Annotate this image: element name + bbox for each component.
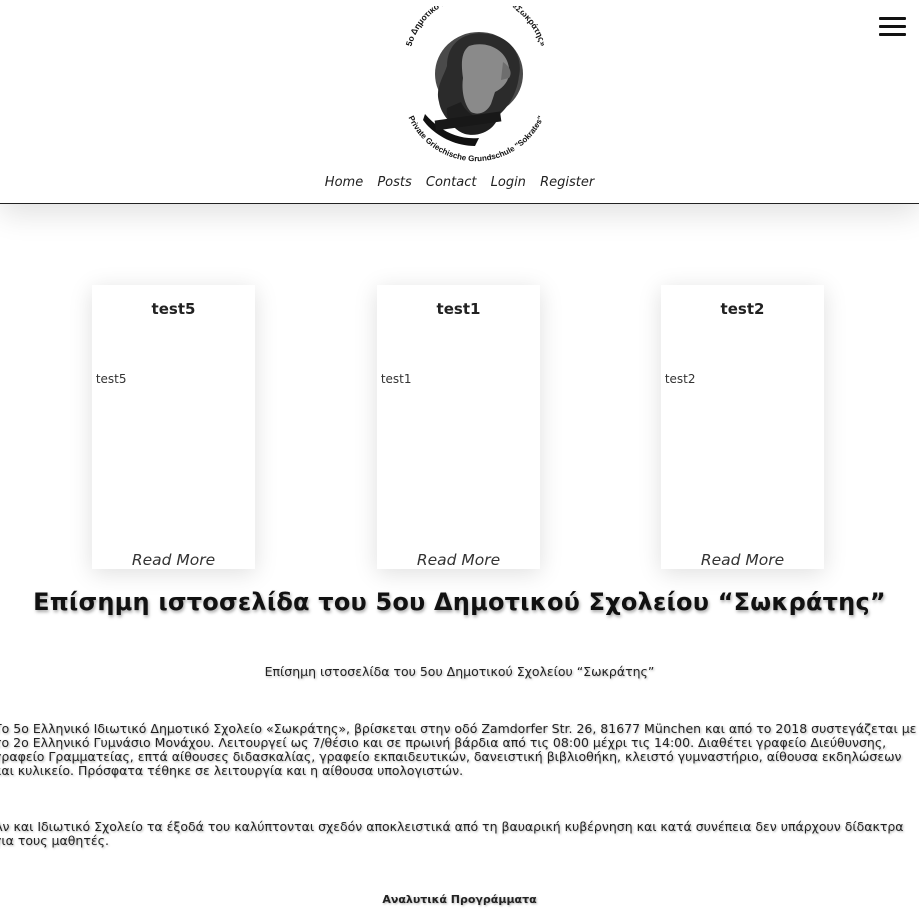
post-card-title[interactable]: test2: [661, 300, 824, 318]
hamburger-line: [879, 33, 906, 36]
nav-login-link[interactable]: Login: [491, 175, 526, 190]
page-subtitle: Επίσημη ιστοσελίδα του 5ου Δημοτικού Σχο…: [264, 664, 655, 679]
post-card-image: test1: [377, 372, 412, 386]
post-card-title[interactable]: test1: [377, 300, 540, 318]
post-card-image: test5: [92, 372, 127, 386]
post-card: test1 test1 Read More: [377, 285, 540, 569]
nav-contact-link[interactable]: Contact: [426, 175, 477, 190]
main-nav: Home Posts Contact Login Register: [0, 175, 919, 190]
funding-paragraph: Αν και Ιδιωτικό Σχολείο τα έξοδά του καλ…: [0, 819, 904, 848]
hamburger-menu-icon[interactable]: [879, 17, 906, 39]
nav-register-link[interactable]: Register: [540, 175, 594, 190]
read-more-link[interactable]: Read More: [377, 551, 540, 569]
hamburger-line: [879, 17, 906, 20]
nav-posts-link[interactable]: Posts: [377, 175, 411, 190]
school-description-paragraph: Το 5ο Ελληνικό Ιδιωτικό Δημοτικό Σχολείο…: [0, 721, 917, 778]
post-card: test2 test2 Read More: [661, 285, 824, 569]
page-title: Επίσημη ιστοσελίδα του 5ου Δημοτικού Σχο…: [33, 588, 886, 616]
post-card: test5 test5 Read More: [92, 285, 255, 569]
hamburger-line: [879, 25, 906, 28]
post-card-title[interactable]: test5: [92, 300, 255, 318]
nav-home-link[interactable]: Home: [325, 175, 363, 190]
broken-image-alt-text: test5: [95, 372, 127, 386]
site-header: 5ο Δημοτικό Σχολείο Μονάχου «Σωκράτης» P…: [0, 0, 919, 204]
curriculum-programs-link[interactable]: Αναλυτικά Προγράμματα: [0, 893, 919, 906]
read-more-link[interactable]: Read More: [92, 551, 255, 569]
broken-image-alt-text: test2: [664, 372, 696, 386]
socrates-bust-icon: 5ο Δημοτικό Σχολείο Μονάχου «Σωκράτης» P…: [404, 0, 549, 163]
read-more-link[interactable]: Read More: [661, 551, 824, 569]
post-card-image: test2: [661, 372, 696, 386]
school-logo[interactable]: 5ο Δημοτικό Σχολείο Μονάχου «Σωκράτης» P…: [395, 0, 557, 166]
broken-image-alt-text: test1: [380, 372, 412, 386]
